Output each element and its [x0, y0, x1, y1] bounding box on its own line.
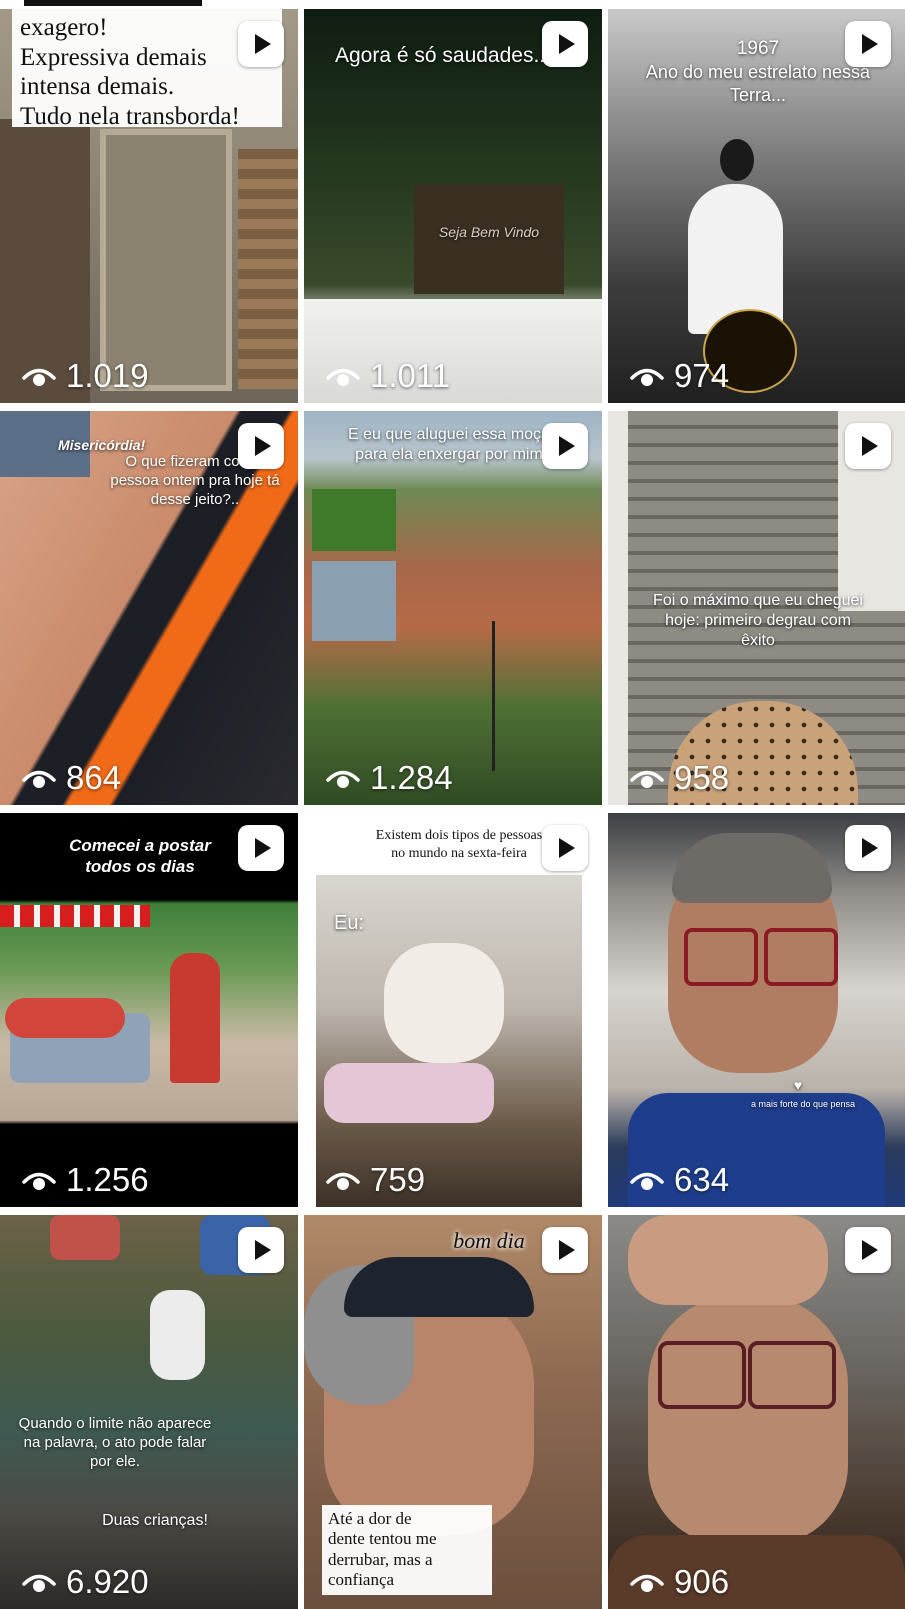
caption-text: Ano do meu estrelato nessa Terra... — [645, 62, 871, 105]
heart-icon: ♥ — [793, 1077, 803, 1093]
play-icon[interactable] — [238, 423, 284, 469]
white-swan-sculpture — [150, 1290, 205, 1380]
face — [648, 1295, 848, 1545]
reel-tile[interactable]: Foi o máximo que eu cheguei hoje: primei… — [608, 411, 905, 805]
label-eu: Eu: — [334, 912, 365, 934]
view-count-value: 1.284 — [370, 759, 453, 796]
rope-column — [238, 149, 298, 389]
label-top: Misericórdia! — [58, 437, 146, 453]
raised-arm — [628, 1215, 828, 1305]
view-count: 1.019 — [22, 357, 149, 395]
view-count: 974 — [630, 357, 729, 395]
view-count: 906 — [630, 1563, 729, 1601]
top-tab-indicator — [24, 0, 202, 6]
reel-tile[interactable]: 906 — [608, 1215, 905, 1609]
eye-icon — [630, 1172, 664, 1190]
play-icon[interactable] — [542, 1227, 588, 1273]
gray-hair — [672, 833, 832, 903]
eye-icon — [22, 1172, 56, 1190]
view-count: 1.284 — [326, 759, 453, 797]
view-count: 6.920 — [22, 1563, 149, 1601]
inset-photo — [312, 489, 396, 551]
caption-text: Agora é só saudades... — [335, 44, 551, 67]
eye-icon — [326, 1172, 360, 1190]
reel-tile[interactable]: Quando o limite não aparece na palavra, … — [0, 1215, 298, 1609]
play-icon[interactable] — [542, 21, 588, 67]
eye-icon — [22, 770, 56, 788]
eye-icon — [22, 1574, 56, 1592]
reel-tile[interactable]: Existem dois tipos de pessoas no mundo n… — [304, 813, 602, 1207]
eye-icon — [326, 770, 360, 788]
reel-tile[interactable]: 1967 Ano do meu estrelato nessa Terra...… — [608, 9, 905, 403]
reel-tile[interactable]: E eu que aluguei essa moça para ela enxe… — [304, 411, 602, 805]
play-icon[interactable] — [845, 825, 891, 871]
baby-bouncer — [384, 943, 504, 1063]
view-count-value: 634 — [674, 1161, 730, 1198]
view-count-value: 974 — [674, 357, 730, 394]
eye-icon — [630, 368, 664, 386]
inset-photo — [312, 561, 396, 641]
eye-icon — [630, 1574, 664, 1592]
view-count-value: 958 — [674, 759, 730, 796]
reel-tile[interactable]: Comecei a postar todos os dias 1.256 — [0, 813, 298, 1207]
railing-left — [608, 411, 628, 805]
play-icon[interactable] — [542, 825, 588, 871]
reel-tile[interactable]: exagero! Expressiva demais intensa demai… — [0, 9, 298, 403]
view-count: 759 — [326, 1161, 425, 1199]
play-icon[interactable] — [845, 1227, 891, 1273]
glasses-right — [748, 1341, 836, 1409]
caption-box: Até a dor de dente tentou me derrubar, m… — [322, 1505, 492, 1595]
reel-tile[interactable]: Seja Bem Vindo Agora é só saudades... 1.… — [304, 9, 602, 403]
view-count: 1.256 — [22, 1161, 149, 1199]
reels-grid: exagero! Expressiva demais intensa demai… — [0, 9, 905, 1609]
label-top: bom dia — [453, 1228, 525, 1253]
view-count: 1.011 — [326, 357, 450, 395]
view-count-value: 6.920 — [66, 1563, 149, 1600]
view-count: 634 — [630, 1161, 729, 1199]
caption-text: E eu que aluguei essa moça para ela enxe… — [348, 426, 550, 463]
reel-tile[interactable]: Misericórdia! O que fizeram com a pessoa… — [0, 411, 298, 805]
eye-icon — [630, 770, 664, 788]
play-icon[interactable] — [845, 423, 891, 469]
sign-text: Seja Bem Vindo — [438, 224, 540, 240]
red-awning — [0, 905, 150, 927]
glasses-left — [684, 928, 758, 986]
play-icon[interactable] — [845, 21, 891, 67]
street-lamp — [492, 621, 495, 771]
reel-tile[interactable]: bom dia Até a dor de dente tentou me der… — [304, 1215, 602, 1609]
play-icon[interactable] — [238, 825, 284, 871]
stone-doorway — [100, 129, 232, 391]
view-count-value: 1.256 — [66, 1161, 149, 1198]
view-count-value: 1.011 — [370, 357, 451, 394]
play-icon[interactable] — [238, 1227, 284, 1273]
play-icon[interactable] — [542, 423, 588, 469]
view-count: 864 — [22, 759, 121, 797]
play-icon[interactable] — [238, 21, 284, 67]
eye-icon — [326, 368, 360, 386]
dark-pillow — [344, 1257, 534, 1317]
dancer-head — [720, 139, 754, 181]
view-count-value: 906 — [674, 1563, 730, 1600]
caption-text-2: Duas crianças! — [102, 1512, 208, 1529]
painted-rock — [50, 1215, 120, 1260]
glasses-right — [764, 928, 838, 986]
view-count-value: 759 — [370, 1161, 426, 1198]
caption-text: Foi o máximo que eu cheguei hoje: primei… — [653, 592, 863, 649]
view-count-value: 1.019 — [66, 357, 149, 394]
glasses-left — [658, 1341, 746, 1409]
caption-text: a mais forte do que pensa — [750, 1099, 856, 1109]
eye-icon — [22, 368, 56, 386]
pink-blanket — [324, 1063, 494, 1123]
caption-year: 1967 — [736, 38, 780, 59]
view-count-value: 864 — [66, 759, 122, 796]
red-chair — [170, 953, 220, 1083]
view-count: 958 — [630, 759, 729, 797]
reel-tile[interactable]: ♥ a mais forte do que pensa 634 — [608, 813, 905, 1207]
crab-sculpture — [5, 998, 125, 1038]
caption-text: Comecei a postar todos os dias — [69, 836, 211, 877]
caption-text: Quando o limite não aparece na palavra, … — [18, 1415, 212, 1470]
